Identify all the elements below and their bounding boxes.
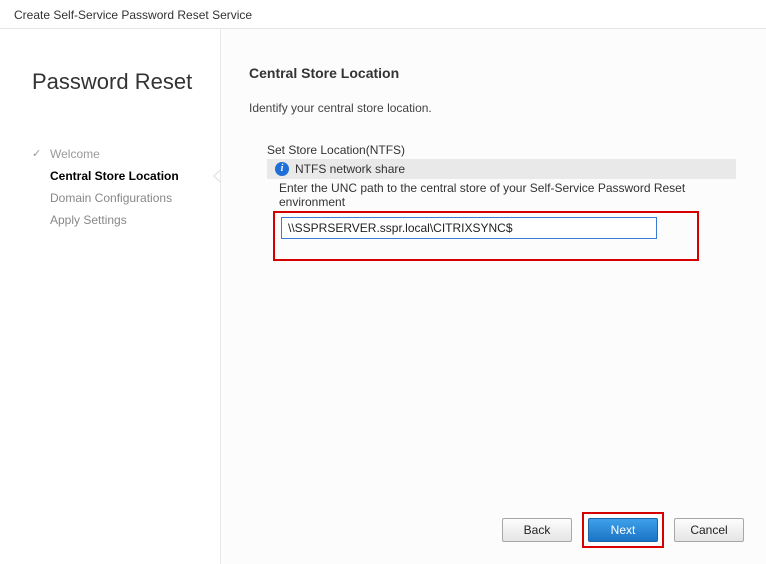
unc-instruction: Enter the UNC path to the central store … xyxy=(279,181,736,209)
info-icon: i xyxy=(275,162,289,176)
sidebar-heading: Password Reset xyxy=(32,69,220,95)
step-label: Apply Settings xyxy=(50,213,127,227)
step-welcome[interactable]: Welcome xyxy=(32,143,220,165)
wizard-body: Password Reset Welcome Central Store Loc… xyxy=(0,29,766,564)
next-button[interactable]: Next xyxy=(588,518,658,542)
main-panel: Central Store Location Identify your cen… xyxy=(220,29,766,564)
step-apply-settings[interactable]: Apply Settings xyxy=(32,209,220,231)
back-button[interactable]: Back xyxy=(502,518,572,542)
step-central-store-location[interactable]: Central Store Location xyxy=(32,165,220,187)
step-label: Domain Configurations xyxy=(50,191,172,205)
window-title: Create Self-Service Password Reset Servi… xyxy=(0,0,766,29)
step-list: Welcome Central Store Location Domain Co… xyxy=(32,143,220,231)
page-heading: Central Store Location xyxy=(249,65,736,81)
cancel-button[interactable]: Cancel xyxy=(674,518,744,542)
info-bar: i NTFS network share xyxy=(267,159,736,179)
highlight-box-input xyxy=(273,211,699,261)
unc-path-input[interactable] xyxy=(281,217,657,239)
section-label: Set Store Location(NTFS) xyxy=(267,143,736,157)
wizard-window: Create Self-Service Password Reset Servi… xyxy=(0,0,766,564)
step-label: Central Store Location xyxy=(50,169,179,183)
page-subtitle: Identify your central store location. xyxy=(249,101,736,115)
step-domain-configurations[interactable]: Domain Configurations xyxy=(32,187,220,209)
info-text: NTFS network share xyxy=(295,162,405,176)
highlight-box-next: Next xyxy=(582,512,664,548)
wizard-footer: Back Next Cancel xyxy=(502,512,744,548)
sidebar: Password Reset Welcome Central Store Loc… xyxy=(0,29,220,564)
step-label: Welcome xyxy=(50,147,100,161)
